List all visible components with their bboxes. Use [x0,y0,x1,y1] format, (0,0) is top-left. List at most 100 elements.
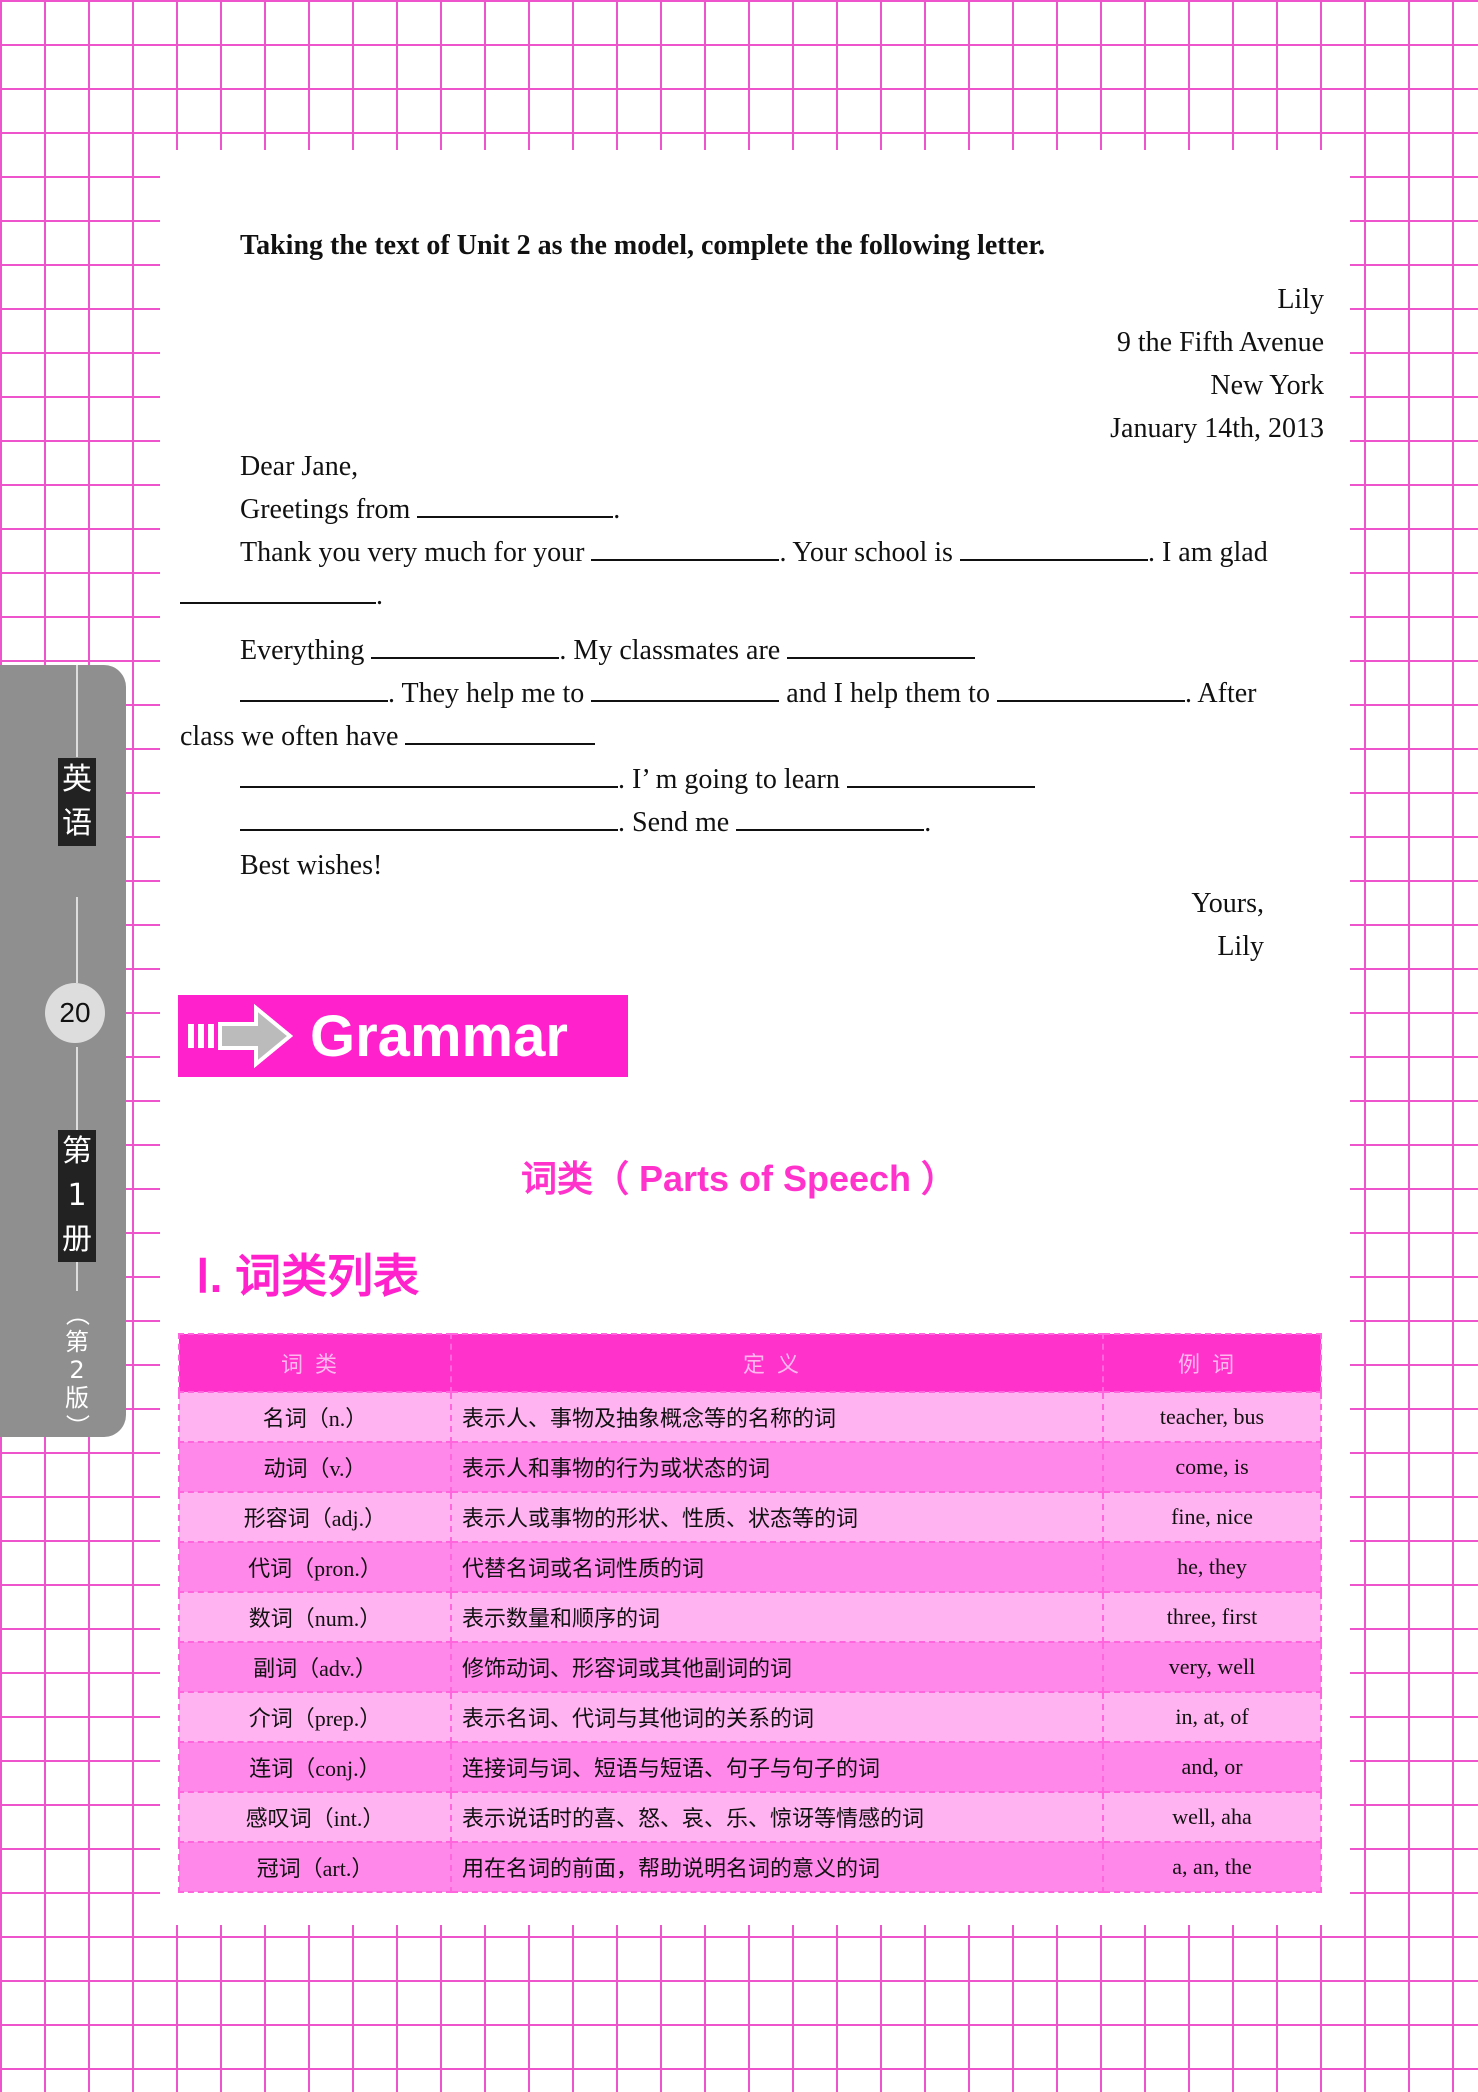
table-cell: fine, nice [1102,1491,1322,1543]
blank-field[interactable] [180,576,376,604]
letter-text: . I’ m going to learn [618,764,840,795]
blank-field[interactable] [240,803,618,831]
blank-field[interactable] [417,490,614,518]
letter-address: Lily 9 the Fifth Avenue New York January… [1110,278,1324,450]
letter-text: . I am glad [1147,537,1268,568]
table-cell: 连接词与词、短语与短语、句子与句子的词 [450,1741,1104,1793]
address-line: New York [1210,370,1324,401]
letter-text: . [376,580,383,611]
blank-field[interactable] [591,533,780,561]
exercise-instruction: Taking the text of Unit 2 as the model, … [240,230,1046,261]
table-row: 代词（pron.） 代替名词或名词性质的词 he, they [178,1541,1322,1593]
letter-text: . [924,807,932,838]
table-cell: three, first [1102,1591,1322,1643]
table-cell: 表示数量和顺序的词 [450,1591,1104,1643]
table-cell: 表示名词、代词与其他词的关系的词 [450,1691,1104,1743]
table-cell: 名词（n.） [178,1391,452,1443]
table-cell: 介词（prep.） [178,1691,452,1743]
blank-field[interactable] [240,760,618,788]
subject-char: 英 [62,762,92,797]
parts-of-speech-heading: 词类（ Parts of Speech ） [520,1158,958,1199]
table-cell: well, aha [1102,1791,1322,1843]
divider [76,665,78,757]
table-cell: teacher, bus [1102,1391,1322,1443]
sign-line: Lily [1217,931,1264,962]
section-heading: Ⅰ. 词类列表 [196,1250,420,1302]
volume-char: 1 [67,1178,87,1213]
blank-field[interactable] [405,717,596,745]
table-cell: 表示人和事物的行为或状态的词 [450,1441,1104,1493]
address-line: 9 the Fifth Avenue [1116,327,1324,358]
table-cell: 表示人或事物的形状、性质、状态等的词 [450,1491,1104,1543]
letter-text: class we often have [180,721,399,752]
arrow-icon [188,1004,294,1068]
salutation: Dear Jane, [240,451,359,482]
table-cell: 表示人、事物及抽象概念等的名称的词 [450,1391,1104,1443]
table-cell: 代词（pron.） [178,1541,452,1593]
address-line: Lily [1277,284,1324,315]
letter-text: . Your school is [779,537,953,568]
table-row: 形容词（adj.） 表示人或事物的形状、性质、状态等的词 fine, nice [178,1491,1322,1543]
letter-text: Everything [240,635,365,666]
edition-char: 2 [69,1356,85,1384]
letter-text: and I help them to [786,678,990,709]
table-header-row: 词类 定义 例词 [178,1333,1322,1393]
table-cell: 连词（conj.） [178,1741,452,1793]
table-cell: 代替名词或名词性质的词 [450,1541,1104,1593]
letter-body: Dear Jane, Greetings from . Thank you ve… [180,445,1324,887]
address-line: January 14th, 2013 [1110,413,1324,444]
table-row: 副词（adv.） 修饰动词、形容词或其他副词的词 very, well [178,1641,1322,1693]
blank-field[interactable] [846,760,1035,788]
blank-field[interactable] [787,631,976,659]
grammar-title: Grammar [310,1003,568,1069]
letter-text: . My classmates are [559,635,781,666]
blank-field[interactable] [240,674,388,702]
volume-char: 册 [62,1222,92,1257]
letter-text: Thank you very much for your [240,537,585,568]
blank-field[interactable] [371,631,560,659]
blank-field[interactable] [591,674,780,702]
table-row: 冠词（art.） 用在名词的前面，帮助说明名词的意义的词 a, an, the [178,1841,1322,1893]
table-row: 动词（v.） 表示人和事物的行为或状态的词 come, is [178,1441,1322,1493]
table-header: 例词 [1102,1333,1322,1393]
table-row: 名词（n.） 表示人、事物及抽象概念等的名称的词 teacher, bus [178,1391,1322,1443]
edition-label: （ 第 2 版 ） [58,1300,96,1440]
blank-field[interactable] [736,803,925,831]
table-cell: 动词（v.） [178,1441,452,1493]
table-row: 感叹词（int.） 表示说话时的喜、怒、哀、乐、惊讶等情感的词 well, aha [178,1791,1322,1843]
sign-line: Yours, [1191,888,1264,919]
table-cell: come, is [1102,1441,1322,1493]
closing: Best wishes! [240,850,383,881]
table-header: 词类 [178,1333,452,1393]
table-cell: a, an, the [1102,1841,1322,1893]
table-header: 定义 [450,1333,1104,1393]
letter-text: . After [1184,678,1257,709]
table-cell: 副词（adv.） [178,1641,452,1693]
letter-text: . Send me [618,807,730,838]
edition-char: ） [63,1414,91,1438]
table-cell: he, they [1102,1541,1322,1593]
table-cell: in, at, of [1102,1691,1322,1743]
page-number: 20 [45,983,105,1043]
subject-char: 语 [62,806,92,841]
table-cell: 感叹词（int.） [178,1791,452,1843]
volume-label: 第 1 册 [58,1130,96,1262]
volume-char: 第 [62,1134,92,1169]
table-cell: 用在名词的前面，帮助说明名词的意义的词 [450,1841,1104,1893]
blank-field[interactable] [959,533,1148,561]
letter-text: Greetings from [240,494,411,525]
divider [76,1261,78,1291]
table-cell: 表示说话时的喜、怒、哀、乐、惊讶等情感的词 [450,1791,1104,1843]
table-cell: 形容词（adj.） [178,1491,452,1543]
grammar-banner: Grammar [178,995,628,1077]
table-cell: 冠词（art.） [178,1841,452,1893]
divider [76,1047,78,1131]
blank-field[interactable] [996,674,1185,702]
signature: Yours, Lily [1160,882,1264,968]
table-row: 连词（conj.） 连接词与词、短语与短语、句子与句子的词 and, or [178,1741,1322,1793]
table-cell: 数词（num.） [178,1591,452,1643]
table-cell: 修饰动词、形容词或其他副词的词 [450,1641,1104,1693]
divider [76,897,78,983]
table-cell: and, or [1102,1741,1322,1793]
table-cell: very, well [1102,1641,1322,1693]
